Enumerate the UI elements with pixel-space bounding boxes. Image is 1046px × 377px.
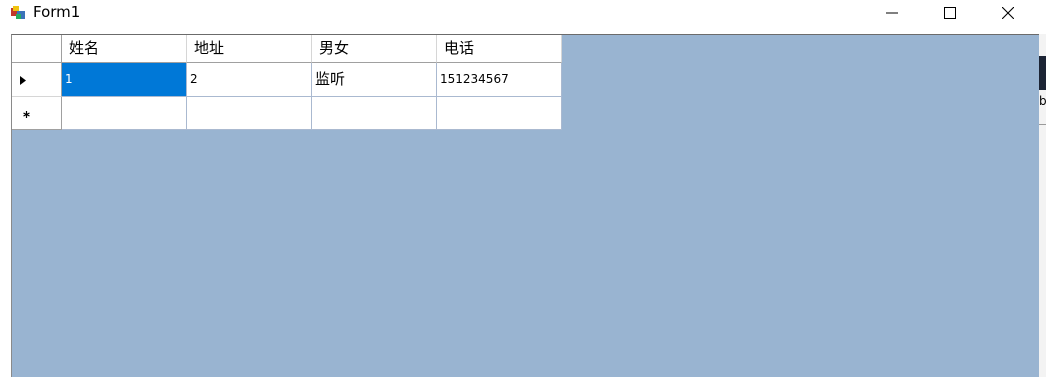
grid-corner-header[interactable]: [12, 35, 62, 63]
background-window-divider: [1039, 124, 1046, 125]
background-window-bar: [1039, 56, 1046, 90]
close-icon: [1002, 7, 1014, 19]
row-header-1[interactable]: [12, 63, 62, 97]
maximize-button[interactable]: [927, 0, 973, 26]
row-header-new[interactable]: [12, 97, 62, 130]
grid-cell-gender-new[interactable]: [312, 97, 437, 130]
grid-cell-name-new[interactable]: [62, 97, 187, 130]
minimize-button[interactable]: [869, 0, 915, 26]
column-header-name[interactable]: 姓名: [62, 35, 187, 63]
grid-cell-phone-row1[interactable]: 151234567: [437, 63, 562, 97]
app-icon: [11, 6, 25, 19]
window-title: Form1: [33, 3, 81, 21]
background-window-edge: b: [1039, 34, 1046, 377]
grid-cell-gender-row1[interactable]: 监听: [312, 63, 437, 97]
title-bar: Form1: [0, 0, 1046, 26]
close-button[interactable]: [985, 0, 1031, 26]
column-header-phone[interactable]: 电话: [437, 35, 562, 63]
column-header-gender[interactable]: 男女: [312, 35, 437, 63]
minimize-icon: [886, 12, 898, 14]
grid-cell-phone-new[interactable]: [437, 97, 562, 130]
background-window-text: b: [1039, 94, 1046, 108]
grid-cell-name-row1[interactable]: 1: [62, 63, 187, 97]
column-header-address[interactable]: 地址: [187, 35, 312, 63]
grid-cell-address-new[interactable]: [187, 97, 312, 130]
current-row-arrow-icon: [20, 76, 26, 85]
maximize-icon: [944, 7, 956, 19]
grid-cell-address-row1[interactable]: 2: [187, 63, 312, 97]
new-row-asterisk-icon: [23, 111, 30, 118]
